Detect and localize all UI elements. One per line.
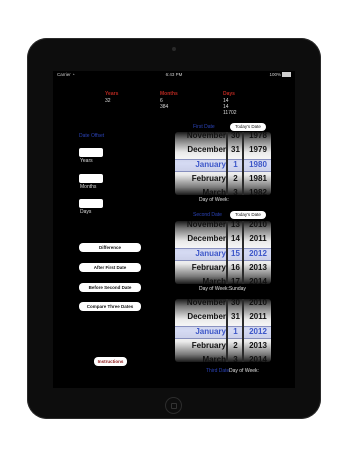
picker-row[interactable]: November 13 2010 — [175, 221, 271, 231]
picker-divider — [226, 299, 228, 362]
second-date-picker[interactable]: November 13 2010 December 14 2011 January 15 2… — [175, 221, 271, 284]
picker-row[interactable]: March 3 2014 — [175, 354, 271, 362]
picker-row[interactable]: November 30 2010 — [175, 299, 271, 309]
difference-button[interactable]: Difference — [79, 243, 141, 252]
second-date-label: Second Date — [193, 212, 222, 218]
third-date-label: Third Date — [206, 368, 230, 374]
battery-icon — [282, 72, 291, 78]
months-total-value: 384 — [160, 104, 169, 110]
picker-row-selected[interactable]: January 1 2012 — [175, 326, 271, 338]
home-square-icon — [171, 403, 177, 409]
years-header: Years — [105, 91, 119, 97]
after-first-date-button[interactable]: After First Date — [79, 263, 141, 272]
picker-divider — [242, 221, 244, 284]
years-value: 32 — [105, 98, 111, 104]
days-total-value: 11702 — [223, 110, 237, 116]
years-offset-label: Years — [80, 158, 93, 164]
third-day-of-week: Day of Week: — [229, 368, 259, 374]
first-date-label: First Date — [193, 124, 215, 130]
picker-row[interactable]: November 30 1978 — [175, 132, 271, 142]
picker-row-selected[interactable]: January 1 1980 — [175, 159, 271, 171]
picker-row[interactable]: February 2 1981 — [175, 173, 271, 185]
status-bar: Carrier ◔ 6:43 PM 100% — [53, 71, 295, 79]
picker-row[interactable]: December 31 2011 — [175, 311, 271, 323]
instructions-button[interactable]: Instructions — [94, 357, 127, 366]
compare-three-dates-button[interactable]: Compare Three Dates — [79, 302, 141, 311]
picker-divider — [242, 132, 244, 195]
picker-row[interactable]: December 31 1979 — [175, 144, 271, 156]
picker-divider — [226, 132, 228, 195]
months-header: Months — [160, 91, 178, 97]
picker-row[interactable]: February 16 2013 — [175, 262, 271, 274]
picker-row[interactable]: March 3 1982 — [175, 187, 271, 195]
date-offset-title: Date Offset — [79, 133, 105, 139]
battery-status: 100% — [269, 71, 291, 79]
third-date-picker[interactable]: November 30 2010 December 31 2011 January 1 20… — [175, 299, 271, 362]
picker-divider — [242, 299, 244, 362]
home-button[interactable] — [165, 397, 182, 414]
days-offset-label: Days — [80, 209, 92, 215]
picker-row-selected[interactable]: January 15 2012 — [175, 248, 271, 260]
first-date-picker[interactable]: November 30 1978 December 31 1979 January 1 19… — [175, 132, 271, 195]
app-screen: Carrier ◔ 6:43 PM 100% Years 32 Months 6… — [53, 71, 295, 388]
picker-row[interactable]: December 14 2011 — [175, 233, 271, 245]
first-today-button[interactable]: Today's Date — [230, 123, 266, 131]
status-time: 6:43 PM — [165, 72, 183, 77]
months-offset-label: Months — [80, 184, 97, 190]
picker-row[interactable]: March 17 2014 — [175, 276, 271, 284]
camera-icon — [172, 47, 176, 51]
second-day-of-week: Day of Week:Sunday — [199, 286, 246, 292]
picker-divider — [226, 221, 228, 284]
before-second-date-button[interactable]: Before Second Date — [79, 283, 141, 292]
second-today-button[interactable]: Today's Date — [230, 211, 266, 219]
months-offset-input[interactable] — [79, 174, 103, 183]
years-offset-input[interactable] — [79, 148, 103, 157]
days-header: Days — [223, 91, 235, 97]
ipad-device-frame: Carrier ◔ 6:43 PM 100% Years 32 Months 6… — [27, 38, 321, 419]
first-day-of-week: Day of Week: — [199, 197, 229, 203]
days-offset-input[interactable] — [79, 199, 103, 208]
picker-row[interactable]: February 2 2013 — [175, 340, 271, 352]
